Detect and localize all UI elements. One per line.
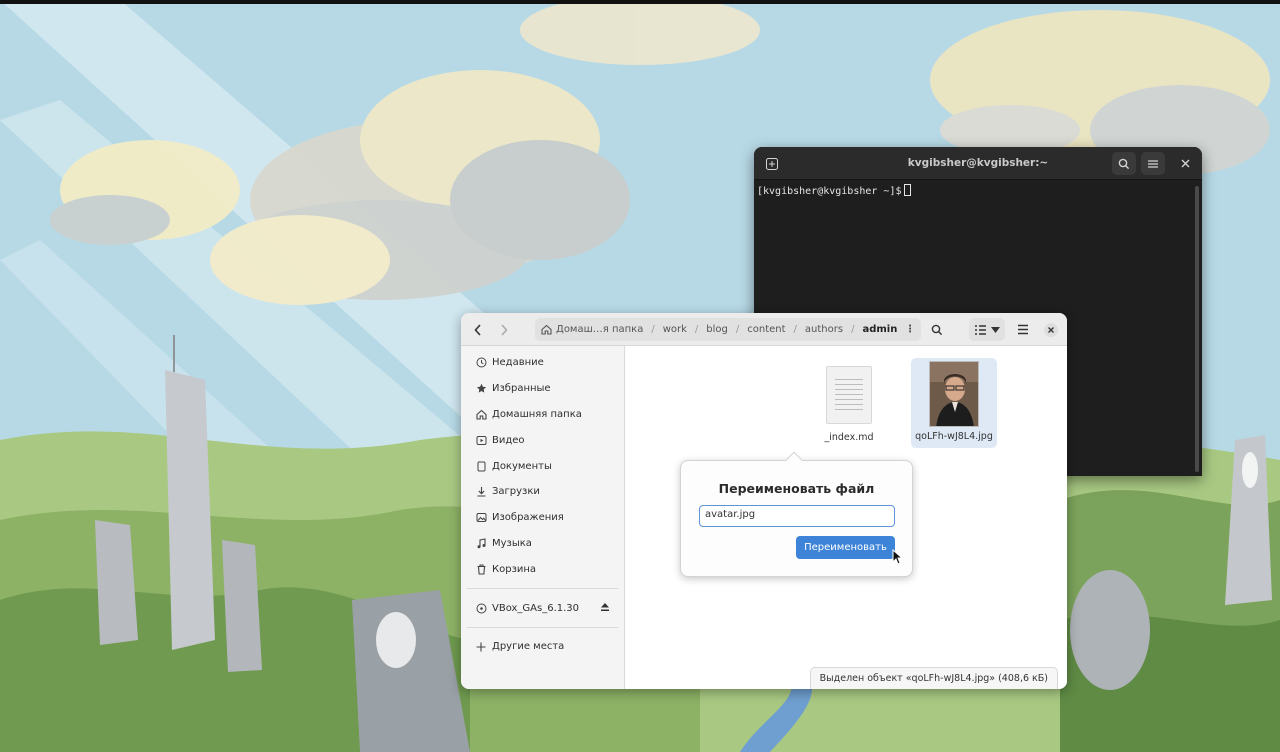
image-icon [475, 512, 487, 524]
search-button[interactable] [926, 318, 948, 341]
breadcrumb-admin[interactable]: admin [862, 324, 897, 335]
sidebar-item-label: Музыка [492, 537, 532, 549]
sidebar-item-label: Изображения [492, 512, 564, 524]
sidebar-item-other-locations[interactable]: Другие места [461, 634, 624, 660]
kebab-menu-icon[interactable]: ⋮ [905, 324, 915, 335]
disc-icon [475, 602, 487, 614]
music-icon [475, 537, 487, 549]
sidebar-item-videos[interactable]: Видео [461, 427, 624, 453]
popover-title: Переименовать файл [718, 481, 875, 496]
breadcrumb-blog[interactable]: blog [706, 324, 728, 335]
status-bar: Выделен объект «qoLFh-wJ8L4.jpg» (408,6 … [809, 667, 1058, 689]
plus-icon [475, 641, 487, 653]
back-button[interactable] [467, 318, 489, 341]
terminal-close-button[interactable] [1173, 152, 1197, 175]
sidebar-item-label: Другие места [492, 641, 565, 653]
breadcrumb-work[interactable]: work [663, 324, 687, 335]
breadcrumb-authors[interactable]: authors [805, 324, 843, 335]
hamburger-menu-icon [1148, 159, 1158, 168]
sidebar-item-label: Избранные [492, 383, 551, 395]
list-view-icon [974, 324, 986, 335]
terminal-titlebar[interactable]: kvgibsher@kvgibsher:~ [754, 147, 1202, 180]
sidebar: Недавние Избранные Домашняя папка Видео … [461, 346, 625, 689]
document-icon [475, 460, 487, 472]
breadcrumb[interactable]: Домаш…я папка / work / blog / content / … [535, 318, 921, 341]
breadcrumb-separator: / [694, 324, 699, 335]
close-icon [1181, 159, 1189, 168]
sidebar-divider [467, 626, 618, 628]
download-icon [475, 486, 487, 498]
chevron-left-icon [474, 323, 481, 336]
rename-input[interactable]: avatar.jpg [699, 505, 895, 527]
clock-icon [475, 357, 487, 369]
breadcrumb-separator: / [651, 324, 655, 335]
terminal-menu-button[interactable] [1141, 152, 1165, 175]
terminal-prompt: [kvgibsher@kvgibsher ~]$ [757, 186, 902, 197]
file-item[interactable]: _index.md [806, 358, 892, 448]
breadcrumb-separator: / [851, 324, 855, 335]
breadcrumb-home[interactable]: Домаш…я папка [556, 324, 643, 335]
terminal-scrollbar[interactable] [1195, 186, 1199, 472]
rename-button[interactable]: Переименовать [796, 536, 895, 559]
chevron-down-icon [990, 326, 1000, 333]
top-panel [0, 0, 1280, 4]
sidebar-item-pictures[interactable]: Изображения [461, 505, 624, 531]
image-thumbnail [929, 361, 979, 427]
sidebar-item-starred[interactable]: Избранные [461, 376, 624, 402]
sidebar-item-downloads[interactable]: Загрузки [461, 479, 624, 505]
file-item-selected[interactable]: qoLFh-wJ8L4.jpg [911, 358, 997, 448]
file-name: qoLFh-wJ8L4.jpg [915, 431, 993, 442]
sidebar-item-recent[interactable]: Недавние [461, 350, 624, 376]
sidebar-item-music[interactable]: Музыка [461, 531, 624, 557]
rename-popover: Переименовать файл avatar.jpg Переименов… [680, 451, 913, 577]
mouse-pointer-icon [892, 549, 902, 565]
home-icon [541, 324, 552, 335]
sidebar-item-documents[interactable]: Документы [461, 453, 624, 479]
sidebar-item-label: VBox_GAs_6.1.30 [492, 602, 580, 614]
sidebar-item-label: Корзина [492, 563, 537, 575]
status-text: Выделен объект «qoLFh-wJ8L4.jpg» (408,6 … [819, 673, 1048, 684]
file-manager-headerbar[interactable]: Домаш…я папка / work / blog / content / … [461, 313, 1067, 346]
breadcrumb-content[interactable]: content [747, 324, 785, 335]
sidebar-item-label: Загрузки [492, 486, 540, 498]
forward-button[interactable] [493, 318, 515, 341]
sidebar-item-label: Недавние [492, 357, 544, 369]
terminal-search-button[interactable] [1112, 152, 1136, 175]
close-icon [1044, 322, 1058, 337]
text-file-icon [826, 366, 872, 424]
trash-icon [475, 563, 487, 575]
main-menu-button[interactable] [1011, 318, 1035, 341]
close-button[interactable] [1041, 318, 1061, 341]
hamburger-menu-icon [1018, 324, 1028, 335]
breadcrumb-separator: / [793, 324, 797, 335]
sidebar-item-label: Домашняя папка [492, 408, 582, 420]
sidebar-item-home[interactable]: Домашняя папка [461, 402, 624, 428]
eject-icon[interactable] [600, 602, 610, 615]
terminal-cursor [903, 184, 911, 196]
sidebar-divider [467, 588, 618, 590]
video-icon [475, 434, 487, 446]
sidebar-item-label: Видео [492, 434, 525, 446]
search-icon [931, 324, 943, 335]
search-icon [1118, 158, 1130, 169]
home-icon [475, 408, 487, 420]
view-options-button[interactable] [969, 318, 1005, 341]
sidebar-item-trash[interactable]: Корзина [461, 556, 624, 582]
sidebar-item-label: Документы [492, 460, 552, 472]
sidebar-item-vbox-disc[interactable]: VBox_GAs_6.1.30 [461, 595, 624, 621]
chevron-right-icon [501, 323, 508, 336]
breadcrumb-separator: / [735, 324, 740, 335]
file-name: _index.md [824, 432, 874, 443]
star-icon [475, 383, 487, 395]
